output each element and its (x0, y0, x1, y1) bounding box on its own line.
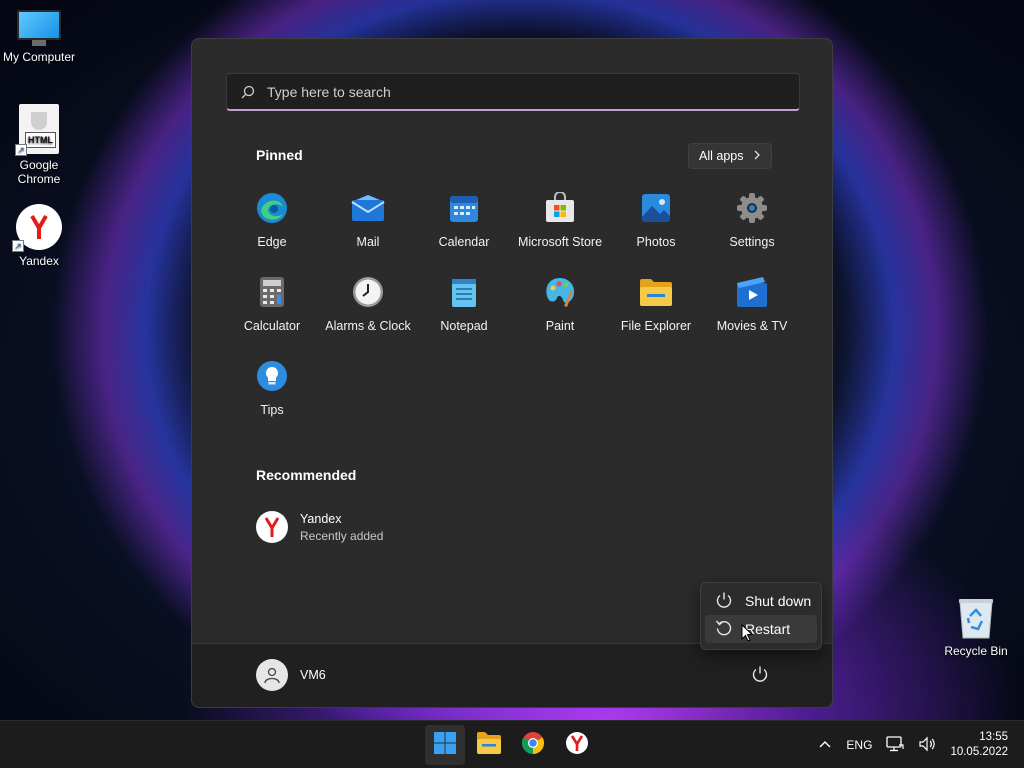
app-label: Calendar (438, 235, 490, 249)
menu-item-label: Shut down (745, 593, 812, 609)
lightbulb-icon (255, 359, 289, 393)
html-file-icon: HTML ↗ (15, 104, 59, 156)
pinned-app-microsoft-store[interactable]: Microsoft Store (512, 185, 608, 269)
app-label: Mail (356, 235, 380, 249)
pinned-app-settings[interactable]: Settings (704, 185, 800, 269)
shut-down-menu-item[interactable]: Shut down (705, 587, 817, 615)
gear-icon (735, 191, 769, 225)
desktop-icon-my-computer[interactable]: My Computer (0, 10, 78, 64)
mail-icon (351, 191, 385, 225)
user-name: VM6 (300, 668, 326, 682)
start-menu-footer: VM6 (192, 643, 832, 707)
folder-icon (476, 731, 502, 760)
volume-icon[interactable] (918, 736, 936, 755)
pinned-app-file-explorer[interactable]: File Explorer (608, 269, 704, 353)
app-label: Microsoft Store (517, 235, 603, 249)
app-label: Edge (257, 235, 287, 249)
paint-icon (543, 275, 577, 309)
notepad-icon (447, 275, 481, 309)
folder-icon (639, 275, 673, 309)
recycle-bin-icon (956, 596, 996, 640)
pinned-app-tips[interactable]: Tips (224, 353, 320, 437)
calendar-icon (447, 191, 481, 225)
desktop-icon-google-chrome[interactable]: HTML ↗ Google Chrome (0, 104, 78, 186)
restart-menu-item[interactable]: Restart (705, 615, 817, 643)
pinned-apps-grid: Edge Mail Calendar Microsoft Store Photo… (224, 185, 800, 437)
clock-time: 13:55 (979, 731, 1008, 743)
monitor-icon (17, 10, 61, 46)
chrome-icon (521, 731, 545, 760)
clock-date: 10.05.2022 (950, 746, 1008, 758)
app-label: Settings (729, 235, 775, 249)
taskbar-chrome-button[interactable] (513, 725, 553, 765)
mouse-cursor-icon (741, 623, 754, 647)
restart-icon (715, 619, 733, 640)
power-button[interactable] (746, 662, 774, 690)
pinned-app-edge[interactable]: Edge (224, 185, 320, 269)
system-tray: ENG 13:55 10.05.2022 (818, 721, 1008, 768)
app-label: Calculator (243, 319, 301, 333)
pinned-app-notepad[interactable]: Notepad (416, 269, 512, 353)
pinned-app-calendar[interactable]: Calendar (416, 185, 512, 269)
taskbar: ENG 13:55 10.05.2022 (0, 720, 1024, 768)
desktop-icon-label: Yandex (19, 254, 59, 268)
yandex-icon (256, 511, 288, 543)
recommended-item-title: Yandex (300, 511, 342, 526)
edge-icon (255, 191, 289, 225)
language-indicator[interactable]: ENG (846, 738, 872, 752)
pinned-app-alarms-clock[interactable]: Alarms & Clock (320, 269, 416, 353)
pinned-title: Pinned (256, 147, 303, 163)
app-label: Photos (636, 235, 676, 249)
recommended-title: Recommended (256, 467, 357, 483)
app-label: Notepad (440, 319, 488, 333)
start-icon (433, 731, 457, 760)
calculator-icon (255, 275, 289, 309)
app-label: File Explorer (620, 319, 692, 333)
desktop-icon-label: Recycle Bin (944, 644, 1008, 658)
desktop-icon-label: My Computer (2, 50, 76, 64)
movies-icon (735, 275, 769, 309)
recommended-item-subtitle: Recently added (300, 528, 384, 543)
yandex-icon (565, 731, 589, 760)
pinned-app-mail[interactable]: Mail (320, 185, 416, 269)
app-label: Movies & TV (716, 319, 788, 333)
search-input[interactable]: Type here to search (226, 73, 800, 111)
desktop-icon-recycle-bin[interactable]: Recycle Bin (940, 596, 1012, 658)
app-label: Alarms & Clock (325, 319, 411, 333)
store-icon (543, 191, 577, 225)
chevron-right-icon (753, 149, 761, 163)
taskbar-yandex-button[interactable] (557, 725, 597, 765)
all-apps-label: All apps (699, 149, 744, 163)
recommended-item-yandex[interactable]: Yandex Recently added (256, 511, 383, 543)
taskbar-start-button[interactable] (425, 725, 465, 765)
desktop-icon-label: Google Chrome (17, 158, 61, 186)
user-account-button[interactable]: VM6 (256, 659, 326, 691)
power-icon (751, 665, 769, 688)
app-label: Tips (260, 403, 284, 417)
chevron-up-icon[interactable] (818, 738, 832, 752)
all-apps-button[interactable]: All apps (688, 143, 773, 169)
desktop-icon-yandex[interactable]: ↗ Yandex (0, 204, 78, 268)
clock-icon (351, 275, 385, 309)
app-label: Paint (545, 319, 575, 333)
photos-icon (639, 191, 673, 225)
user-icon (256, 659, 288, 691)
taskbar-file-explorer-button[interactable] (469, 725, 509, 765)
power-menu: Shut down Restart (700, 582, 822, 650)
search-icon (241, 85, 255, 99)
clock[interactable]: 13:55 10.05.2022 (950, 730, 1008, 760)
pinned-app-paint[interactable]: Paint (512, 269, 608, 353)
pinned-app-calculator[interactable]: Calculator (224, 269, 320, 353)
power-icon (715, 591, 733, 612)
pinned-app-movies-tv[interactable]: Movies & TV (704, 269, 800, 353)
yandex-icon: ↗ (12, 204, 62, 252)
pinned-app-photos[interactable]: Photos (608, 185, 704, 269)
search-placeholder: Type here to search (267, 83, 391, 100)
taskbar-apps (425, 725, 597, 765)
network-icon[interactable] (886, 735, 905, 755)
